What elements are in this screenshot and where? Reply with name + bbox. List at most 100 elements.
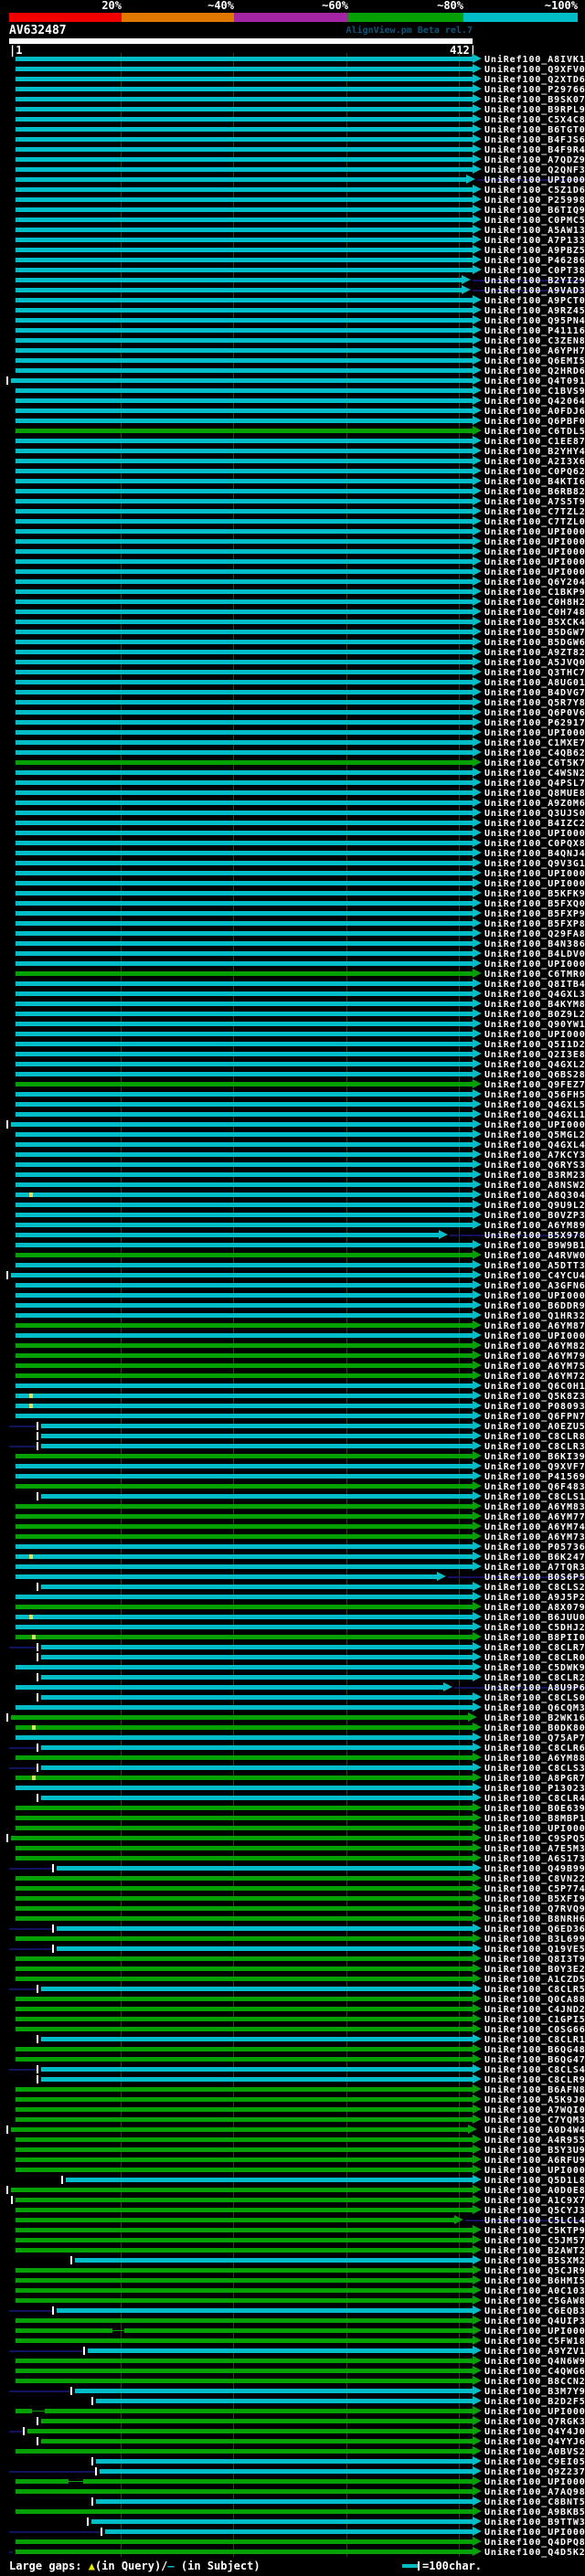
hit-bar[interactable] (16, 147, 473, 152)
hit-bar[interactable] (16, 117, 473, 122)
hit-bar[interactable] (16, 217, 473, 222)
hit-bar[interactable] (40, 1796, 473, 1800)
hit-bar[interactable] (11, 2188, 473, 2192)
hit-bar[interactable] (16, 1253, 473, 1257)
hit-bar[interactable] (16, 539, 473, 544)
hit-bar[interactable] (16, 2369, 473, 2373)
hit-bar[interactable] (16, 509, 473, 514)
hit-bar[interactable] (40, 1695, 473, 1700)
hit-bar[interactable] (11, 1715, 469, 1720)
hit-bar[interactable] (16, 1333, 473, 1338)
hit-bar[interactable] (16, 449, 473, 453)
hit-bar[interactable] (16, 811, 473, 815)
hit-bar[interactable] (16, 1152, 473, 1157)
hit-bar[interactable] (16, 881, 473, 885)
hit-bar[interactable] (16, 1605, 473, 1609)
hit-bar[interactable] (16, 831, 473, 835)
hit-bar[interactable] (16, 991, 473, 996)
hit-bar[interactable] (16, 1896, 473, 1901)
hit-bar[interactable] (74, 2389, 473, 2393)
hit-bar[interactable] (16, 1876, 473, 1881)
hit-bar[interactable] (16, 2409, 32, 2413)
hit-bar[interactable] (16, 559, 473, 564)
hit-bar[interactable] (16, 2298, 473, 2303)
hit-bar[interactable] (16, 2509, 473, 2514)
hit-bar[interactable] (16, 1072, 473, 1076)
hit-bar[interactable] (16, 348, 473, 353)
hit-bar[interactable] (16, 1776, 473, 1780)
hit-bar[interactable] (16, 871, 473, 875)
hit-bar[interactable] (56, 1946, 473, 1951)
hit-bar[interactable] (16, 2359, 473, 2363)
hit-bar[interactable] (16, 1172, 473, 1177)
hit-bar[interactable] (40, 2067, 473, 2072)
hit-bar[interactable] (16, 1856, 473, 1860)
hit-bar[interactable] (16, 1474, 473, 1479)
hit-bar[interactable] (11, 1273, 473, 1277)
hit-bar[interactable] (16, 841, 473, 845)
hit-bar[interactable] (11, 1122, 473, 1127)
hit-bar[interactable] (40, 2037, 473, 2041)
hit-bar[interactable] (16, 2087, 473, 2092)
hit-bar[interactable] (16, 2218, 455, 2222)
hit-bar[interactable] (16, 2057, 473, 2062)
hit-bar[interactable] (16, 107, 473, 111)
hit-bar[interactable] (16, 228, 473, 232)
hit-bar[interactable] (95, 2499, 473, 2504)
hit-bar[interactable] (16, 2288, 473, 2293)
hit-bar[interactable] (16, 1464, 473, 1468)
hit-bar[interactable] (40, 1585, 473, 1589)
hit-bar[interactable] (45, 2409, 473, 2413)
hit-bar[interactable] (16, 197, 473, 202)
hit-bar[interactable] (95, 2399, 473, 2403)
hit-bar[interactable] (16, 730, 473, 735)
hit-bar[interactable] (16, 338, 473, 343)
hit-bar[interactable] (16, 429, 473, 433)
hit-bar[interactable] (16, 1846, 473, 1850)
hit-bar[interactable] (16, 911, 473, 916)
hit-bar[interactable] (16, 1554, 473, 1559)
hit-bar[interactable] (16, 690, 473, 694)
hit-bar[interactable] (104, 2529, 473, 2534)
hit-bar[interactable] (16, 1142, 473, 1147)
hit-bar[interactable] (40, 2439, 473, 2443)
hit-bar[interactable] (16, 1233, 439, 1237)
hit-bar[interactable] (16, 489, 473, 493)
hit-bar[interactable] (40, 1424, 473, 1428)
hit-bar[interactable] (16, 1343, 473, 1348)
hit-bar[interactable] (16, 2157, 473, 2162)
hit-bar[interactable] (16, 248, 473, 252)
hit-bar[interactable] (27, 2429, 473, 2433)
hit-bar[interactable] (56, 1926, 473, 1931)
hit-bar[interactable] (16, 610, 473, 614)
hit-bar[interactable] (16, 207, 473, 212)
hit-bar[interactable] (16, 1052, 473, 1056)
hit-bar[interactable] (16, 469, 473, 473)
hit-bar[interactable] (16, 1916, 473, 1921)
hit-bar[interactable] (16, 861, 473, 865)
hit-bar[interactable] (16, 2479, 69, 2484)
hit-bar[interactable] (16, 519, 473, 524)
hit-bar[interactable] (16, 1293, 473, 1298)
hit-bar[interactable] (11, 378, 473, 383)
hit-bar[interactable] (16, 57, 473, 61)
hit-bar[interactable] (16, 579, 473, 584)
hit-bar[interactable] (16, 891, 473, 896)
hit-bar[interactable] (83, 2479, 473, 2484)
hit-bar[interactable] (40, 1655, 473, 1659)
hit-bar[interactable] (16, 710, 473, 715)
hit-bar[interactable] (16, 1203, 473, 1207)
hit-bar[interactable] (40, 1987, 473, 1991)
hit-bar[interactable] (99, 2469, 473, 2474)
hit-bar[interactable] (16, 187, 473, 192)
hit-bar[interactable] (16, 941, 473, 946)
hit-bar[interactable] (16, 2489, 473, 2494)
hit-bar[interactable] (16, 981, 473, 986)
hit-bar[interactable] (16, 650, 473, 654)
hit-bar[interactable] (16, 1353, 473, 1358)
hit-bar[interactable] (16, 770, 473, 775)
hit-bar[interactable] (16, 1132, 473, 1137)
hit-bar[interactable] (16, 1002, 473, 1006)
hit-bar[interactable] (16, 620, 473, 624)
hit-bar[interactable] (16, 2268, 473, 2273)
